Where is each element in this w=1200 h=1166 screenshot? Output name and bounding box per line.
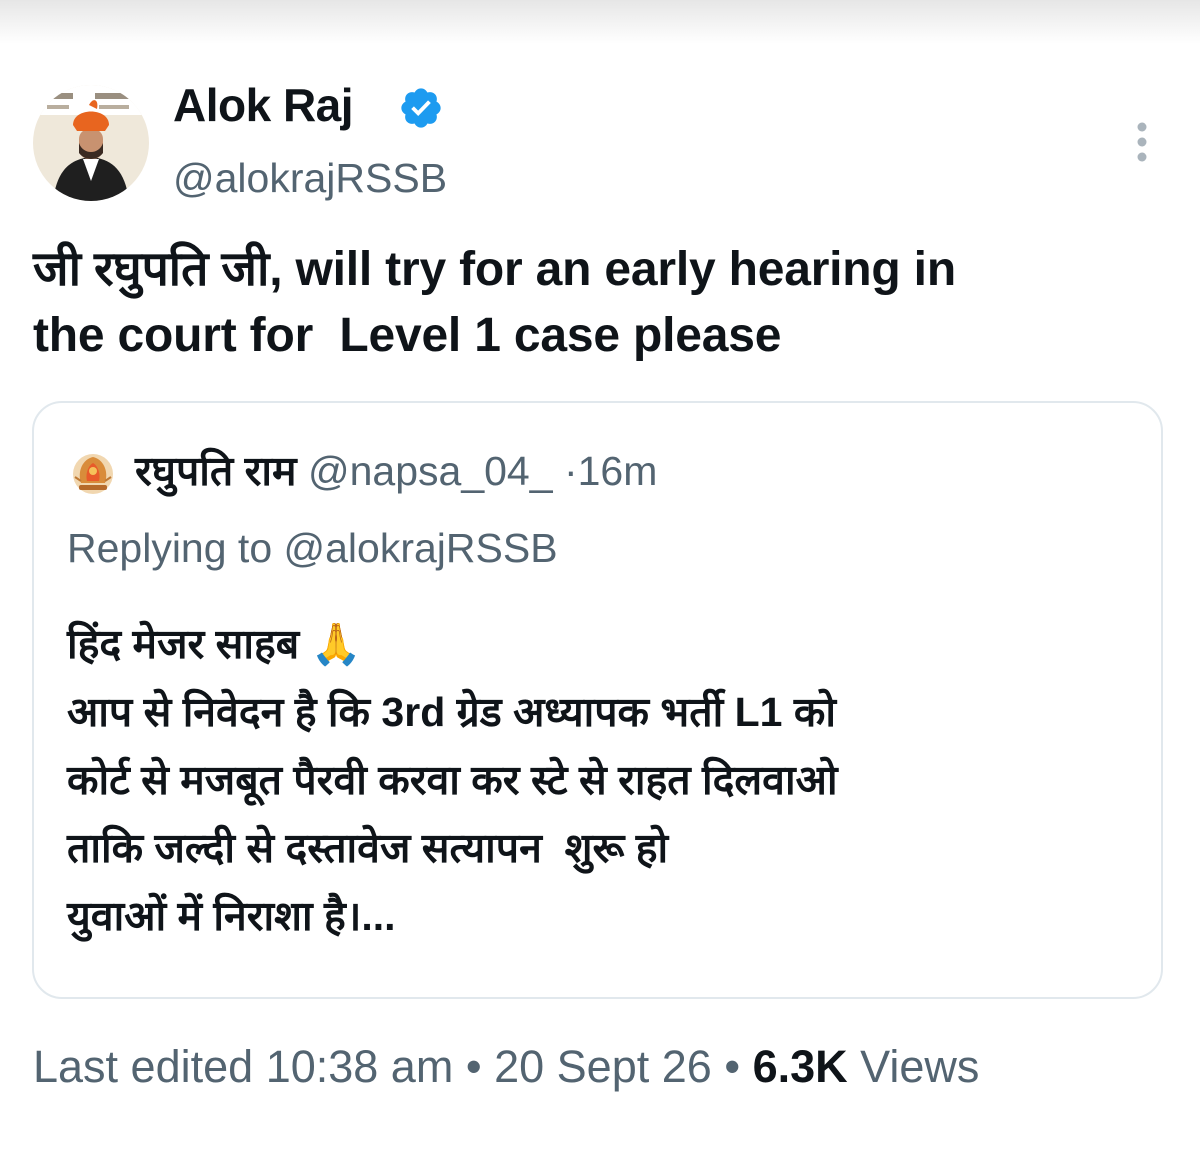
emblem-avatar <box>73 454 113 494</box>
author-avatar[interactable] <box>33 85 149 201</box>
quoted-tweet-header: रघुपति राम @napsa_04_ ·16m <box>135 442 657 498</box>
separator-dot: · <box>563 448 578 494</box>
tweet-time[interactable]: 10:38 am <box>266 1041 454 1092</box>
author-display-name[interactable]: Alok Raj <box>173 78 354 132</box>
quoted-author-name[interactable]: रघुपति राम <box>135 448 297 494</box>
meta-separator: • <box>465 1041 482 1092</box>
views-count[interactable]: 6.3K <box>753 1041 848 1092</box>
tweet-date[interactable]: 20 Sept 26 <box>494 1041 712 1092</box>
replying-to-label[interactable]: Replying to @alokrajRSSB <box>67 525 558 572</box>
tweet-metadata: Last edited 10:38 am • 20 Sept 26 • 6.3K… <box>33 1032 1153 1102</box>
more-vertical-icon <box>1137 122 1147 162</box>
quoted-tweet-text: हिंद मेजर साहब 🙏 आप से निवेदन है कि 3rd … <box>67 621 838 939</box>
edited-label[interactable]: Last edited <box>33 1041 253 1092</box>
meta-separator: • <box>724 1041 741 1092</box>
more-options-button[interactable] <box>1122 118 1162 170</box>
views-label: Views <box>860 1041 980 1092</box>
author-handle[interactable]: @alokrajRSSB <box>173 155 447 202</box>
avatar-image <box>33 85 149 201</box>
top-fade <box>0 0 1200 44</box>
quoted-tweet-time[interactable]: 16m <box>578 448 658 494</box>
quoted-author-avatar[interactable] <box>67 447 119 499</box>
verified-badge-icon <box>398 85 444 131</box>
quoted-author-handle[interactable]: @napsa_04_ <box>308 448 553 494</box>
tweet-text: जी रघुपति जी, will try for an early hear… <box>33 243 956 362</box>
